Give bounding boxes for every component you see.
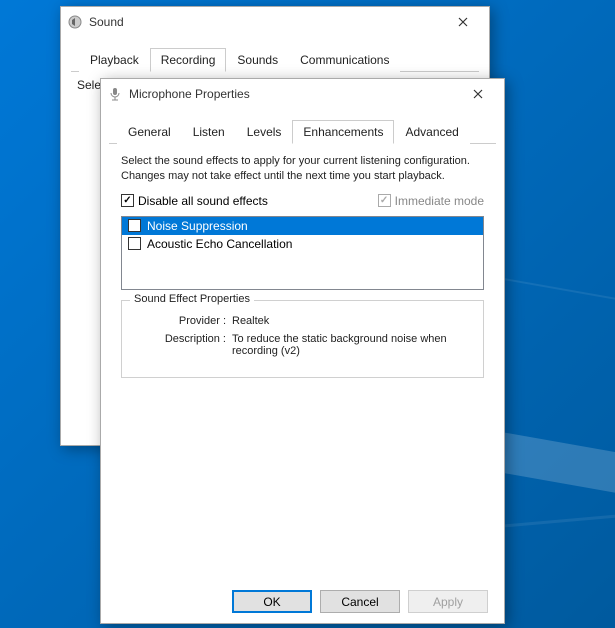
tab-advanced[interactable]: Advanced (394, 120, 469, 144)
sound-icon (67, 14, 83, 30)
tab-levels[interactable]: Levels (236, 120, 293, 144)
effects-listbox[interactable]: Noise Suppression Acoustic Echo Cancella… (121, 216, 484, 290)
immediate-mode-checkbox (378, 194, 391, 207)
sound-tabs: Playback Recording Sounds Communications (71, 43, 479, 72)
mic-tabs: General Listen Levels Enhancements Advan… (109, 115, 496, 144)
sound-effect-properties-group: Sound Effect Properties Provider : Realt… (121, 300, 484, 378)
ok-button[interactable]: OK (232, 590, 312, 613)
microphone-properties-window: Microphone Properties General Listen Lev… (100, 78, 505, 624)
effect-label: Acoustic Echo Cancellation (147, 237, 292, 251)
enhancements-help-text: Select the sound effects to apply for yo… (109, 144, 496, 192)
tab-general[interactable]: General (117, 120, 182, 144)
immediate-mode-group: Immediate mode (378, 194, 484, 208)
mic-title: Microphone Properties (129, 87, 458, 101)
description-value: To reduce the static background noise wh… (232, 333, 452, 357)
provider-label: Provider : (152, 315, 232, 327)
sound-close-button[interactable] (443, 8, 483, 36)
acoustic-echo-cancellation-checkbox[interactable] (128, 237, 141, 250)
microphone-icon (107, 86, 123, 102)
properties-legend: Sound Effect Properties (130, 293, 254, 305)
tab-playback[interactable]: Playback (79, 48, 150, 72)
disable-all-effects-label: Disable all sound effects (138, 194, 268, 208)
list-item[interactable]: Acoustic Echo Cancellation (122, 235, 483, 253)
sound-title: Sound (89, 15, 443, 29)
sound-titlebar[interactable]: Sound (61, 7, 489, 37)
close-icon (458, 17, 468, 27)
tab-enhancements[interactable]: Enhancements (292, 120, 394, 144)
close-icon (473, 89, 483, 99)
tab-listen[interactable]: Listen (182, 120, 236, 144)
list-item[interactable]: Noise Suppression (122, 217, 483, 235)
tab-sounds[interactable]: Sounds (226, 48, 289, 72)
dialog-button-bar: OK Cancel Apply (101, 590, 504, 613)
tab-recording[interactable]: Recording (150, 48, 227, 72)
disable-all-effects-checkbox[interactable] (121, 194, 134, 207)
mic-close-button[interactable] (458, 80, 498, 108)
noise-suppression-checkbox[interactable] (128, 219, 141, 232)
immediate-mode-label: Immediate mode (395, 194, 484, 208)
mic-titlebar[interactable]: Microphone Properties (101, 79, 504, 109)
provider-value: Realtek (232, 315, 452, 327)
apply-button: Apply (408, 590, 488, 613)
cancel-button[interactable]: Cancel (320, 590, 400, 613)
description-label: Description : (152, 333, 232, 357)
effect-label: Noise Suppression (147, 219, 248, 233)
tab-communications[interactable]: Communications (289, 48, 400, 72)
